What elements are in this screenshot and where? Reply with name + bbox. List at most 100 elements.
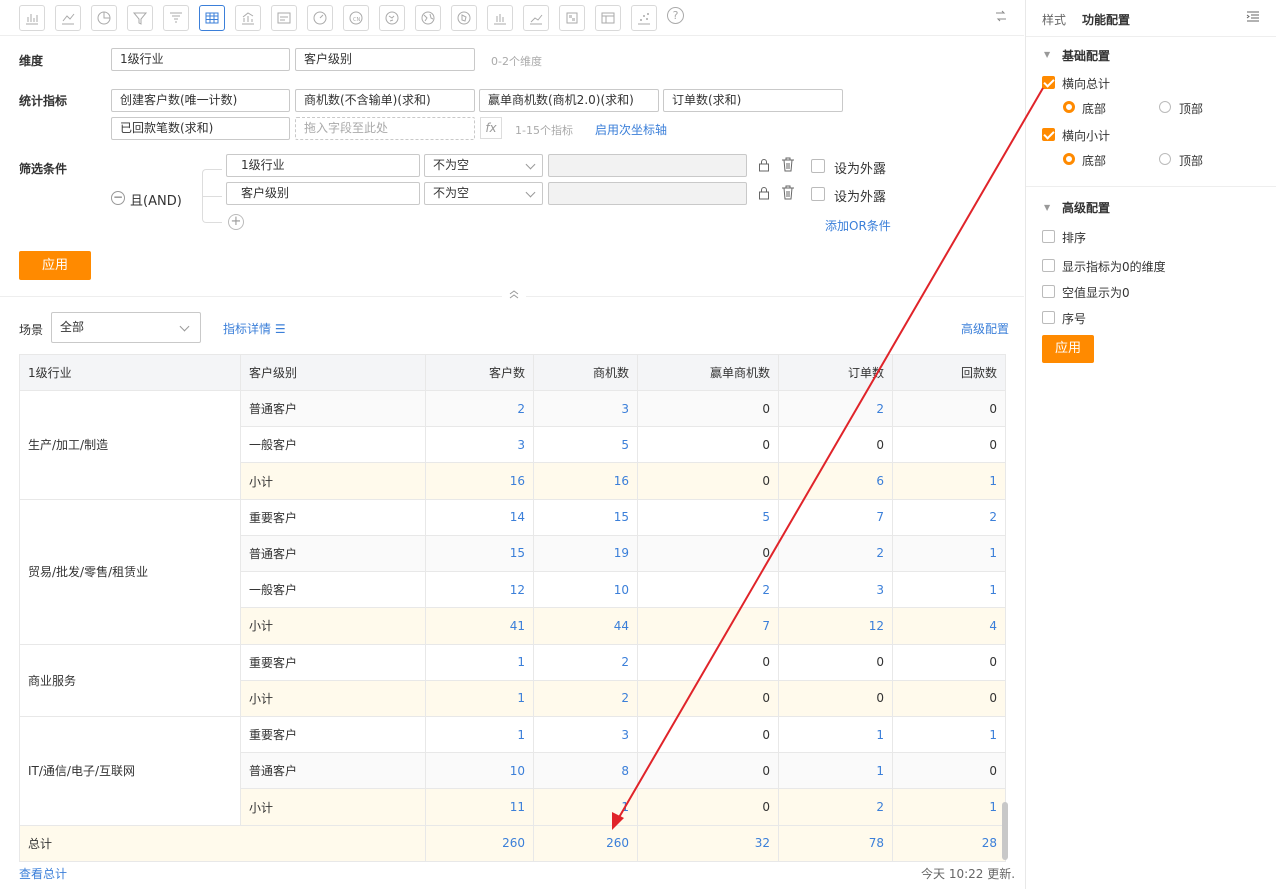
collapse-panel-icon[interactable] xyxy=(1246,11,1260,23)
opt-null-zero-checkbox[interactable] xyxy=(1042,285,1055,298)
cell-value[interactable]: 2 xyxy=(778,788,893,826)
cell-value[interactable]: 10 xyxy=(533,571,638,609)
col-level[interactable]: 客户级别 xyxy=(240,354,426,391)
cell-value[interactable]: 1 xyxy=(892,534,1006,573)
col-industry[interactable]: 1级行业 xyxy=(19,354,241,391)
metric-3[interactable]: 赢单商机数(商机2.0)(求和) xyxy=(479,89,659,112)
cell-value[interactable]: 3 xyxy=(533,715,638,754)
scatter-icon[interactable] xyxy=(631,5,657,31)
h-total-top-radio[interactable] xyxy=(1159,101,1171,113)
scene-select[interactable]: 全部 xyxy=(51,312,201,343)
col-opps[interactable]: 商机数 xyxy=(533,354,638,391)
filter-2-expose-checkbox[interactable] xyxy=(811,187,825,201)
cell-value[interactable]: 2 xyxy=(425,389,534,428)
cell-value[interactable]: 2 xyxy=(533,643,638,681)
opt-zero-dim-checkbox[interactable] xyxy=(1042,259,1055,272)
filter-1-expose-checkbox[interactable] xyxy=(811,159,825,173)
filter-1-op[interactable]: 不为空 xyxy=(424,154,543,177)
cell-value[interactable]: 15 xyxy=(533,498,638,536)
cell-value[interactable]: 1 xyxy=(533,788,638,826)
combo-chart-icon[interactable] xyxy=(235,5,261,31)
h-total-checkbox[interactable] xyxy=(1042,76,1055,89)
tab-style[interactable]: 样式 xyxy=(1042,11,1066,28)
cell-value[interactable]: 3 xyxy=(533,389,638,428)
cell-value[interactable]: 1 xyxy=(425,679,534,717)
text-card-icon[interactable] xyxy=(271,5,297,31)
tab-function[interactable]: 功能配置 xyxy=(1082,11,1130,28)
funnel-2-icon[interactable] xyxy=(163,5,189,31)
filter-1-field[interactable]: 1级行业 xyxy=(226,154,420,177)
metric-detail-link[interactable]: 指标详情 ☰ xyxy=(223,320,286,337)
pie-chart-icon[interactable] xyxy=(91,5,117,31)
logic-and[interactable]: 且(AND) xyxy=(130,190,182,209)
h-total-bottom-radio[interactable] xyxy=(1063,101,1075,113)
total-value[interactable]: 260 xyxy=(425,824,534,863)
pivot-icon[interactable] xyxy=(595,5,621,31)
cell-value[interactable]: 3 xyxy=(778,571,893,609)
cell-value[interactable]: 1 xyxy=(892,788,1006,826)
cell-value[interactable]: 14 xyxy=(425,498,534,536)
cell-value[interactable]: 2 xyxy=(778,534,893,573)
map-region-icon[interactable] xyxy=(451,5,477,31)
line-small-icon[interactable] xyxy=(523,5,549,31)
map-world-icon[interactable] xyxy=(379,5,405,31)
h-sub-bottom-radio[interactable] xyxy=(1063,153,1075,165)
cell-value[interactable]: 5 xyxy=(637,498,779,536)
cell-value[interactable]: 10 xyxy=(425,752,534,790)
cell-value[interactable]: 1 xyxy=(892,715,1006,754)
opt-index-checkbox[interactable] xyxy=(1042,311,1055,324)
trash-icon[interactable] xyxy=(781,185,795,200)
metric-drop-zone[interactable]: 拖入字段至此处 xyxy=(295,117,475,140)
secondary-axis-link[interactable]: 启用次坐标轴 xyxy=(595,121,667,138)
metric-5[interactable]: 已回款笔数(求和) xyxy=(111,117,290,140)
line-chart-icon[interactable] xyxy=(55,5,81,31)
cell-value[interactable]: 1 xyxy=(425,715,534,754)
lock-icon[interactable] xyxy=(758,158,770,172)
globe-icon[interactable] xyxy=(415,5,441,31)
cell-value[interactable]: 1 xyxy=(778,752,893,790)
collapse-logic-icon[interactable]: − xyxy=(111,191,125,205)
cell-value[interactable]: 41 xyxy=(425,607,534,645)
col-payments[interactable]: 回款数 xyxy=(892,354,1006,391)
cell-value[interactable]: 1 xyxy=(892,462,1006,500)
cell-value[interactable]: 16 xyxy=(425,462,534,500)
cell-value[interactable]: 1 xyxy=(778,715,893,754)
col-won[interactable]: 赢单商机数 xyxy=(637,354,779,391)
metric-1[interactable]: 创建客户数(唯一计数) xyxy=(111,89,290,112)
cell-value[interactable]: 3 xyxy=(425,426,534,464)
table-icon[interactable] xyxy=(199,5,225,31)
apply-button[interactable]: 应用 xyxy=(19,251,91,280)
cell-value[interactable]: 2 xyxy=(637,571,779,609)
table-scrollbar[interactable] xyxy=(1002,802,1008,860)
total-value[interactable]: 260 xyxy=(533,824,638,863)
help-icon[interactable]: ? xyxy=(667,7,684,24)
cell-value[interactable]: 4 xyxy=(892,607,1006,645)
cell-value[interactable]: 44 xyxy=(533,607,638,645)
gauge-icon[interactable] xyxy=(307,5,333,31)
funnel-icon[interactable] xyxy=(127,5,153,31)
panel-apply-button[interactable]: 应用 xyxy=(1042,335,1094,363)
collapse-up-icon[interactable] xyxy=(502,287,526,303)
trash-icon[interactable] xyxy=(781,157,795,172)
cell-value[interactable]: 2 xyxy=(892,498,1006,536)
cell-value[interactable]: 7 xyxy=(637,607,779,645)
map-cn-icon[interactable]: CN xyxy=(343,5,369,31)
heatmap-icon[interactable] xyxy=(559,5,585,31)
add-condition-icon[interactable]: + xyxy=(228,214,244,230)
cell-value[interactable]: 6 xyxy=(778,462,893,500)
triangle-down-icon[interactable]: ▼ xyxy=(1044,203,1050,212)
cell-value[interactable]: 5 xyxy=(533,426,638,464)
bar-chart-icon[interactable] xyxy=(19,5,45,31)
cell-value[interactable]: 16 xyxy=(533,462,638,500)
filter-2-op[interactable]: 不为空 xyxy=(424,182,543,205)
dim-industry[interactable]: 1级行业 xyxy=(111,48,290,71)
col-orders[interactable]: 订单数 xyxy=(778,354,893,391)
cell-value[interactable]: 19 xyxy=(533,534,638,573)
filter-1-value[interactable] xyxy=(548,154,747,177)
filter-2-field[interactable]: 客户级别 xyxy=(226,182,420,205)
dim-level[interactable]: 客户级别 xyxy=(295,48,475,71)
h-sub-top-radio[interactable] xyxy=(1159,153,1171,165)
col-customers[interactable]: 客户数 xyxy=(425,354,534,391)
cell-value[interactable]: 1 xyxy=(892,571,1006,609)
cell-value[interactable]: 11 xyxy=(425,788,534,826)
